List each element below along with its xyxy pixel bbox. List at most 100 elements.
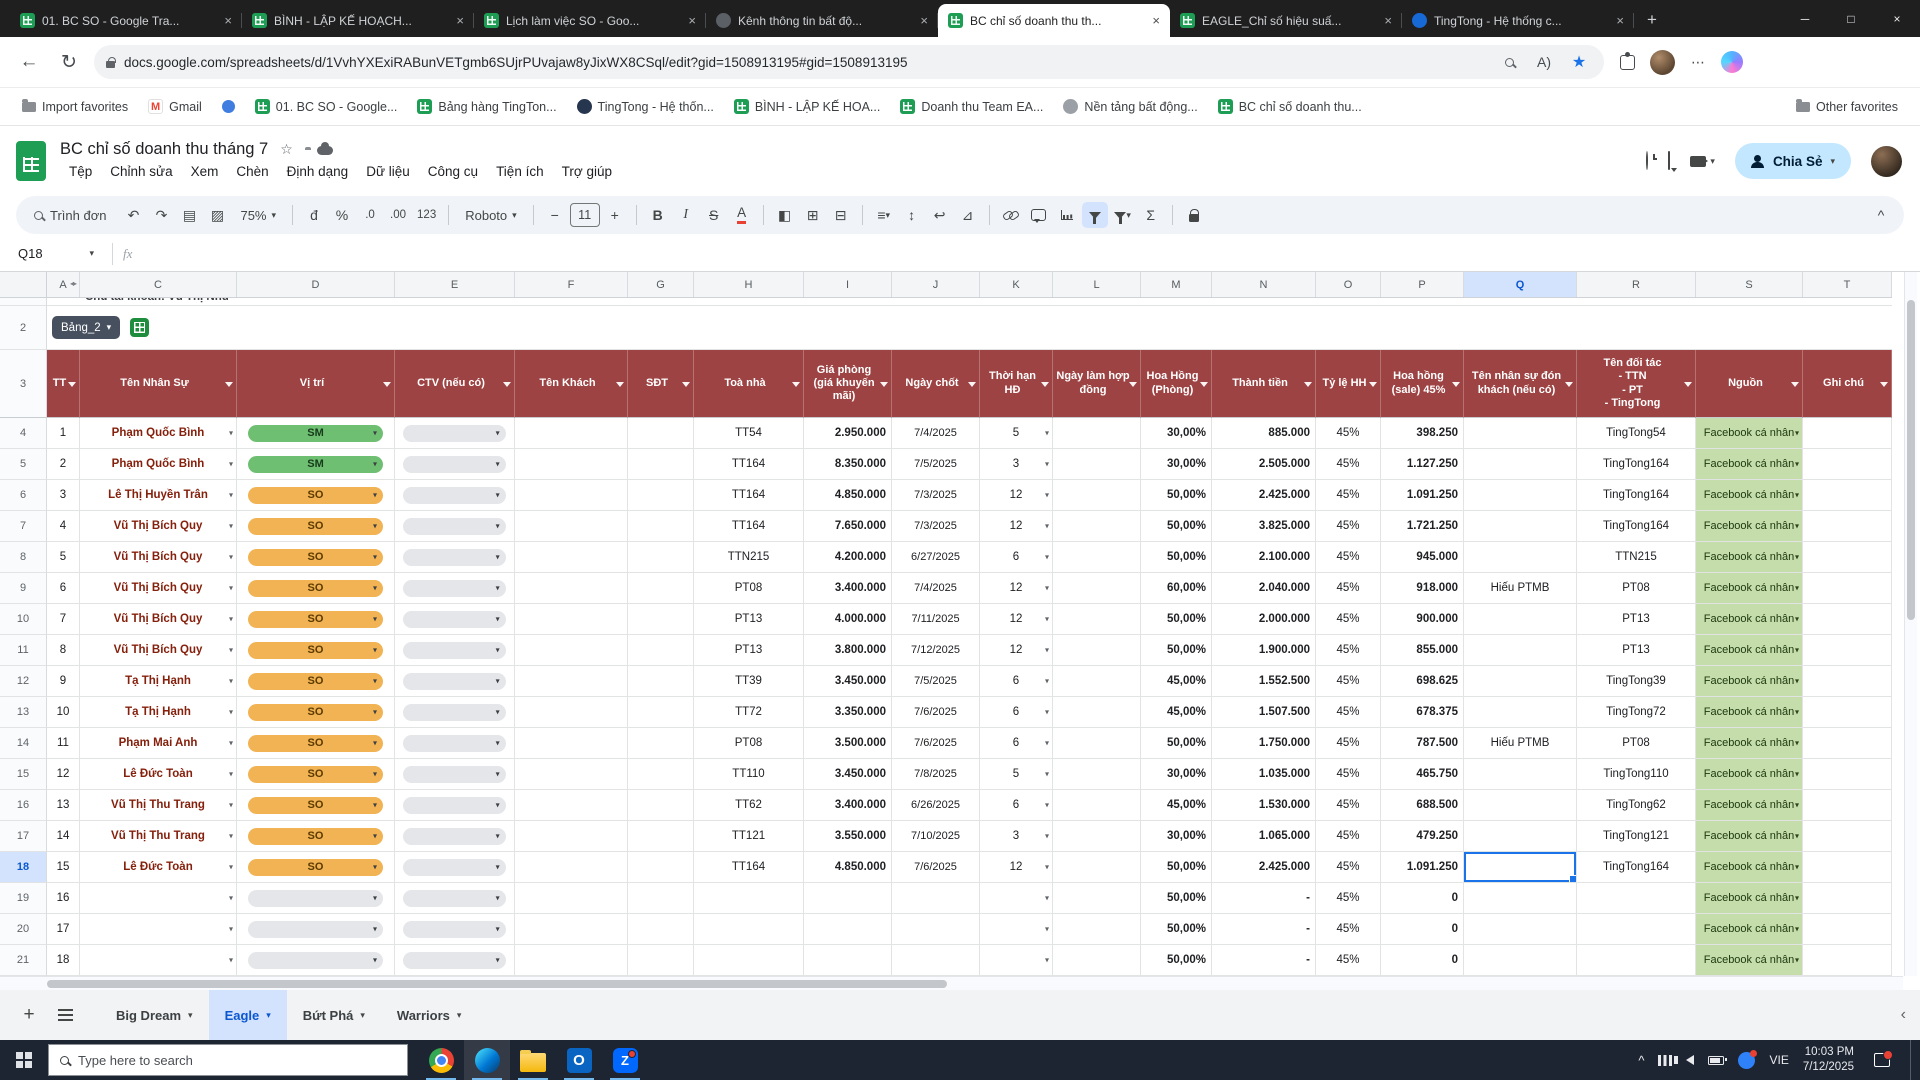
cell-ctv[interactable]: ▾ [395,759,515,790]
browser-tab[interactable]: TingTong - Hệ thống c...× [1402,4,1634,37]
cell-position[interactable]: SO▾ [237,604,395,635]
sheet-tab-Big Dream[interactable]: Big Dream▾ [100,990,209,1040]
cell-building[interactable]: PT08 [694,728,804,759]
position-chip[interactable]: SO▾ [248,487,383,504]
cell-partner[interactable]: PT08 [1577,728,1696,759]
cell-contract-date[interactable] [1053,542,1141,573]
menu-Công cụ[interactable]: Công cụ [419,161,487,182]
cell-greeter[interactable] [1464,604,1577,635]
row-header-21[interactable]: 21 [0,945,47,976]
cell-name[interactable]: Phạm Mai Anh▾ [80,728,237,759]
cell-partner[interactable]: TingTong121 [1577,821,1696,852]
taskbar-app-outlook[interactable]: O [556,1040,602,1080]
taskbar-app-edge[interactable] [464,1040,510,1080]
menu-Chèn[interactable]: Chèn [227,161,277,182]
browser-profile-avatar[interactable] [1650,50,1675,75]
cell-tt[interactable]: 11 [47,728,80,759]
cell-sale-commission[interactable]: 0 [1381,883,1464,914]
ctv-chip[interactable]: ▾ [403,890,505,907]
row-header-7[interactable]: 7 [0,511,47,542]
cell-commission-pct[interactable]: 30,00% [1141,449,1212,480]
cell-close-date[interactable]: 6/26/2025 [892,790,980,821]
share-button[interactable]: Chia Sẻ ▾ [1735,143,1851,179]
cell-close-date[interactable] [892,945,980,976]
cell-contract-date[interactable] [1053,449,1141,480]
cell-sale-commission[interactable]: 900.000 [1381,604,1464,635]
position-chip[interactable]: SO▾ [248,673,383,690]
cell-source[interactable]: Facebook cá nhân▾ [1696,821,1803,852]
cell-tt[interactable]: 12 [47,759,80,790]
browser-tab[interactable]: EAGLE_Chỉ số hiệu suấ...× [1170,4,1402,37]
bookmark-item[interactable]: Bảng hàng TingTon... [409,95,564,118]
cell-term[interactable]: 12▾ [980,635,1053,666]
cell-contract-date[interactable] [1053,883,1141,914]
column-header-F[interactable]: F [515,272,628,297]
dropdown-caret-icon[interactable]: ▾ [496,553,500,562]
cell-customer[interactable] [515,914,628,945]
show-desktop-button[interactable] [1910,1040,1916,1080]
dropdown-caret-icon[interactable]: ▾ [1045,770,1049,779]
cell-greeter[interactable] [1464,542,1577,573]
dropdown-caret-icon[interactable]: ▾ [496,863,500,872]
font-size-input[interactable]: 11 [570,203,600,227]
browser-tab[interactable]: BÌNH - LẬP KẾ HOẠCH...× [242,4,474,37]
cell-tt[interactable]: 4 [47,511,80,542]
dropdown-caret-icon[interactable]: ▾ [373,894,377,903]
dropdown-caret-icon[interactable]: ▾ [496,615,500,624]
cell-partner[interactable] [1577,945,1696,976]
cell-source[interactable]: Facebook cá nhân▾ [1696,852,1803,883]
dropdown-caret-icon[interactable]: ▾ [1045,460,1049,469]
cell-customer[interactable] [515,790,628,821]
cell-total[interactable]: - [1212,945,1316,976]
column-header-N[interactable]: N [1212,272,1316,297]
cell-sale-commission[interactable]: 688.500 [1381,790,1464,821]
text-rotation-icon[interactable]: ⊿ [955,202,981,228]
cell-position[interactable]: SO▾ [237,542,395,573]
filter-funnel-icon[interactable] [1880,382,1888,387]
cell-building[interactable]: TT164 [694,449,804,480]
table-header-cell[interactable]: Ngày chốt [892,350,980,418]
cell-tt[interactable]: 5 [47,542,80,573]
cell-ctv[interactable]: ▾ [395,914,515,945]
dropdown-caret-icon[interactable]: ▾ [1795,615,1799,624]
cell-total[interactable]: 2.425.000 [1212,480,1316,511]
cell-price[interactable]: 4.000.000 [804,604,892,635]
filter-funnel-icon[interactable] [1684,382,1692,387]
position-chip[interactable]: SO▾ [248,611,383,628]
cell-note[interactable] [1803,914,1892,945]
cell-rate[interactable]: 45% [1316,945,1381,976]
dropdown-caret-icon[interactable]: ▾ [496,677,500,686]
ctv-chip[interactable]: ▾ [403,673,505,690]
cell-price[interactable] [804,945,892,976]
cell-building[interactable] [694,945,804,976]
taskbar-search-input[interactable] [78,1053,358,1068]
dropdown-caret-icon[interactable]: ▾ [373,708,377,717]
decrease-decimal-icon[interactable]: .0 [357,202,383,228]
cell-greeter[interactable]: Hiếu PTMB [1464,573,1577,604]
dropdown-caret-icon[interactable]: ▾ [1795,894,1799,903]
filter-funnel-icon[interactable] [1041,382,1049,387]
cell-sale-commission[interactable]: 855.000 [1381,635,1464,666]
filter-funnel-icon[interactable] [1129,382,1137,387]
cell-position[interactable]: SO▾ [237,821,395,852]
dropdown-caret-icon[interactable]: ▾ [496,956,500,965]
cell-source[interactable]: Facebook cá nhân▾ [1696,666,1803,697]
row-header-2[interactable]: 2 [0,306,47,350]
row-header-15[interactable]: 15 [0,759,47,790]
cell-term[interactable]: 6▾ [980,697,1053,728]
cell-phone[interactable] [628,666,694,697]
cell-phone[interactable] [628,883,694,914]
cell-partner[interactable]: TingTong54 [1577,418,1696,449]
column-header-R[interactable]: R [1577,272,1696,297]
row-header-4[interactable]: 4 [0,418,47,449]
cell-name[interactable]: Vũ Thị Bích Quy▾ [80,635,237,666]
dropdown-caret-icon[interactable]: ▾ [229,553,233,562]
dropdown-caret-icon[interactable]: ▾ [1045,615,1049,624]
cell-name[interactable]: Tạ Thị Hạnh▾ [80,697,237,728]
cell-customer[interactable] [515,480,628,511]
row-header-16[interactable]: 16 [0,790,47,821]
cell-commission-pct[interactable]: 50,00% [1141,883,1212,914]
browser-tab[interactable]: BC chỉ số doanh thu th...× [938,4,1170,37]
cell-sale-commission[interactable]: 398.250 [1381,418,1464,449]
cell-term[interactable]: 6▾ [980,728,1053,759]
